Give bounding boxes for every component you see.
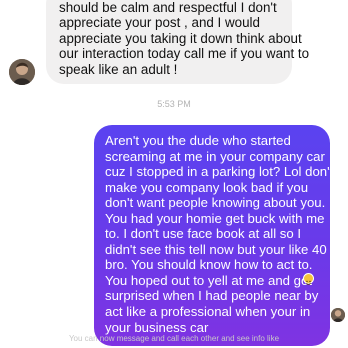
message-text-line: surprised when I had people near by (105, 288, 319, 304)
message-text-line: screaming at me in your company car (105, 148, 325, 164)
seen-receipt-avatar-image (331, 308, 345, 322)
message-text-line: appreciate you taking it down think abou… (59, 30, 302, 46)
message-text-line: appreciate your post , and I would (59, 15, 260, 31)
message-text-line: make you company look bad if you (105, 179, 309, 195)
smiley-emoji-face (306, 280, 311, 285)
sender-avatar[interactable] (9, 59, 35, 85)
message-text-line: our interaction today call me if you wan… (59, 46, 310, 62)
seen-receipt-avatar (331, 308, 345, 322)
sender-avatar-image (9, 59, 35, 85)
message-text-line: don't want people knowing about you. (105, 195, 326, 211)
message-text-line: bro. You should know how to act to. (105, 257, 313, 273)
message-text-line: You had your homie get buck with me (105, 210, 325, 226)
message-text-line: speak like an adult ! (59, 61, 178, 77)
outgoing-message-bubble[interactable]: Aren't you the dude who started screamin… (94, 125, 334, 346)
chat-info-footer: You can now message and call each other … (68, 334, 280, 343)
message-text-line: cuz I stopped in a parking lot? Lol don'… (105, 164, 334, 180)
message-text-line: Aren't you the dude who started (105, 133, 291, 148)
message-text-line: to. I don't use face book at all so I (105, 226, 302, 242)
smiley-emoji-icon[interactable] (303, 273, 314, 285)
message-timestamp: 5:53 PM (157, 99, 191, 109)
message-text-line: didn't see this tell now but your like 4… (105, 241, 327, 257)
message-text-line: act like a professional when your in (105, 304, 311, 320)
message-text-line: your business car (105, 319, 209, 335)
incoming-message-bubble[interactable]: should be calm and respectful I don't ap… (46, 0, 310, 84)
message-text-line: should be calm and respectful I don't (59, 0, 277, 15)
message-text-line: You hoped out to yell at me and got (105, 272, 313, 288)
